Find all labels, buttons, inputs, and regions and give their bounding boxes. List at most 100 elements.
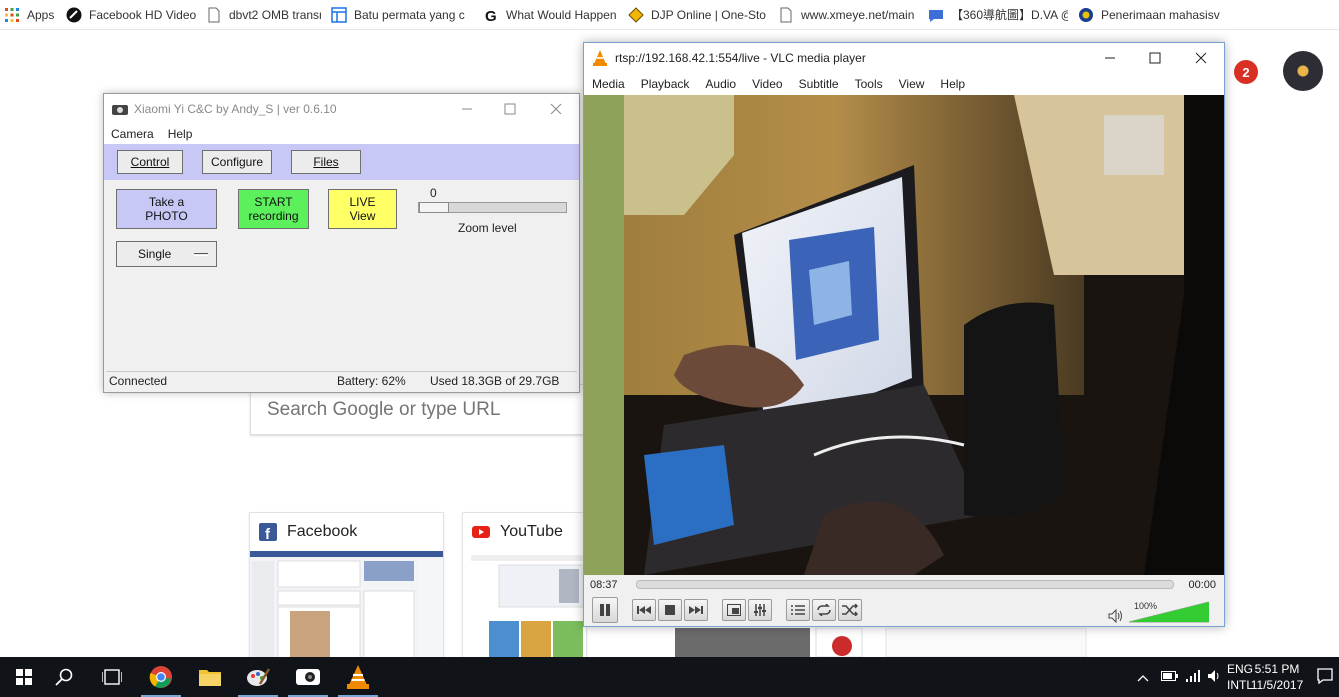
tile-header: YouTube (463, 513, 586, 551)
menu-view[interactable]: View (891, 77, 933, 91)
mode-select-value: Single (138, 247, 172, 261)
tile-facebook[interactable]: f Facebook (249, 512, 444, 662)
connection-status: Connected (109, 374, 168, 388)
zoom-slider-handle[interactable] (419, 202, 449, 213)
bookmark-label: What Would Happen (506, 7, 617, 22)
minimize-button[interactable] (444, 94, 490, 124)
page-thumbnails-strip (640, 627, 1240, 658)
vlc-taskbar-icon[interactable] (334, 657, 382, 697)
fullscreen-button[interactable] (722, 599, 746, 621)
bookmark-penerimaan[interactable]: Penerimaan mahasisv (1074, 0, 1234, 29)
tab-label: Files (313, 155, 339, 169)
emblem-icon (628, 6, 644, 23)
chrome-taskbar-icon[interactable] (137, 657, 185, 697)
bookmark-label: 【360導航圖】D.VA @ (951, 8, 1068, 22)
previous-button[interactable] (632, 599, 656, 621)
button-line: recording (248, 209, 299, 223)
bookmark-360[interactable]: 【360導航圖】D.VA @ (924, 0, 1074, 29)
menu-help[interactable]: Help (932, 77, 973, 91)
vlc-menubar: Media Playback Audio Video Subtitle Tool… (584, 73, 1224, 95)
menu-camera[interactable]: Camera (111, 127, 154, 141)
tab-configure[interactable]: Configure (202, 150, 272, 174)
pause-button[interactable] (592, 597, 618, 623)
seek-bar[interactable] (636, 580, 1174, 589)
window-title: rtsp://192.168.42.1:554/live - VLC media… (615, 51, 866, 65)
bookmark-label: DJP Online | One-Sto (651, 7, 766, 22)
chat-bubble-icon (928, 7, 944, 23)
clock-date: 11/5/2017 (1250, 678, 1304, 692)
task-view-icon[interactable] (88, 657, 136, 697)
menu-media[interactable]: Media (584, 77, 633, 91)
volume-slider[interactable] (1128, 601, 1210, 623)
xiaomi-yi-taskbar-icon[interactable] (284, 657, 332, 697)
clock[interactable]: 5:51 PM 11/5/2017 (1242, 661, 1312, 693)
battery-status: Battery: 62% (337, 374, 406, 388)
bookmark-label: Apps (27, 7, 55, 22)
take-photo-button[interactable]: Take a PHOTO (116, 189, 217, 229)
menu-audio[interactable]: Audio (697, 77, 744, 91)
tab-control[interactable]: Control (117, 150, 183, 174)
network-icon[interactable] (1185, 669, 1203, 686)
storage-status: Used 18.3GB of 29.7GB (430, 374, 560, 388)
button-line: View (349, 209, 376, 223)
next-button[interactable] (684, 599, 708, 621)
playlist-button[interactable] (786, 599, 810, 621)
profile-avatar[interactable] (1283, 51, 1323, 91)
notification-badge[interactable]: 2 (1234, 60, 1258, 84)
mode-select[interactable]: Single (116, 241, 217, 267)
battery-icon[interactable] (1161, 670, 1179, 685)
menu-playback[interactable]: Playback (633, 77, 698, 91)
close-button[interactable] (1178, 43, 1224, 73)
taskbar: ENG INTL 5:51 PM 11/5/2017 (0, 657, 1339, 697)
camera-app-icon (112, 103, 128, 115)
maximize-button[interactable] (487, 94, 533, 124)
bookmark-xmeye[interactable]: www.xmeye.net/main (774, 0, 924, 29)
bookmark-apps[interactable]: Apps (0, 0, 62, 29)
file-explorer-icon[interactable] (186, 657, 234, 697)
clock-time: 5:51 PM (1254, 662, 1300, 676)
search-icon[interactable] (40, 657, 88, 697)
chevron-up-icon[interactable] (1137, 671, 1149, 685)
bookmark-dbvt2[interactable]: dbvt2 OMB transmitt (202, 0, 327, 29)
live-view-button[interactable]: LIVE View (328, 189, 397, 229)
vlc-titlebar: rtsp://192.168.42.1:554/live - VLC media… (584, 43, 1224, 73)
maximize-button[interactable] (1132, 43, 1178, 73)
menu-video[interactable]: Video (744, 77, 790, 91)
layout-icon (331, 6, 347, 23)
xiaomi-titlebar: Xiaomi Yi C&C by Andy_S | ver 0.6.10 (104, 94, 579, 124)
minimize-button[interactable] (1087, 43, 1133, 73)
zoom-slider[interactable] (418, 202, 567, 213)
menu-subtitle[interactable]: Subtitle (791, 77, 847, 91)
window-title: Xiaomi Yi C&C by Andy_S | ver 0.6.10 (134, 102, 337, 116)
video-frame[interactable] (584, 95, 1224, 575)
xiaomi-statusbar: Connected Battery: 62% Used 18.3GB of 29… (106, 371, 577, 390)
vlc-window: rtsp://192.168.42.1:554/live - VLC media… (583, 42, 1225, 627)
zoom-value: 0 (430, 186, 437, 200)
bookmark-batu-permata[interactable]: Batu permata yang c (327, 0, 479, 29)
tab-files[interactable]: Files (291, 150, 361, 174)
shuffle-button[interactable] (838, 599, 862, 621)
button-line: START (254, 195, 293, 209)
bookmark-label: dbvt2 OMB transmitt (229, 7, 321, 22)
menu-help[interactable]: Help (168, 127, 193, 141)
tab-label: Control (130, 155, 170, 169)
tab-label: Configure (210, 155, 264, 169)
paint-icon[interactable] (234, 657, 282, 697)
start-recording-button[interactable]: START recording (238, 189, 309, 229)
stop-button[interactable] (658, 599, 682, 621)
button-line: PHOTO (145, 209, 188, 223)
tile-youtube[interactable]: YouTube (462, 512, 587, 662)
xiaomi-yi-window: Xiaomi Yi C&C by Andy_S | ver 0.6.10 Cam… (103, 93, 580, 393)
loop-button[interactable] (812, 599, 836, 621)
bookmark-facebook-hd-video[interactable]: Facebook HD Video D (62, 0, 202, 29)
notifications-icon[interactable] (1317, 668, 1333, 687)
remaining-time: 00:00 (1188, 579, 1216, 591)
close-button[interactable] (533, 94, 579, 124)
speaker-icon[interactable] (1108, 608, 1124, 626)
button-line: LIVE (349, 195, 376, 209)
extended-settings-button[interactable] (748, 599, 772, 621)
menu-tools[interactable]: Tools (847, 77, 891, 91)
bookmark-djp-online[interactable]: DJP Online | One-Sto (624, 0, 774, 29)
bookmark-what-would-happen[interactable]: G What Would Happen (479, 0, 624, 29)
disc-icon (66, 7, 82, 23)
